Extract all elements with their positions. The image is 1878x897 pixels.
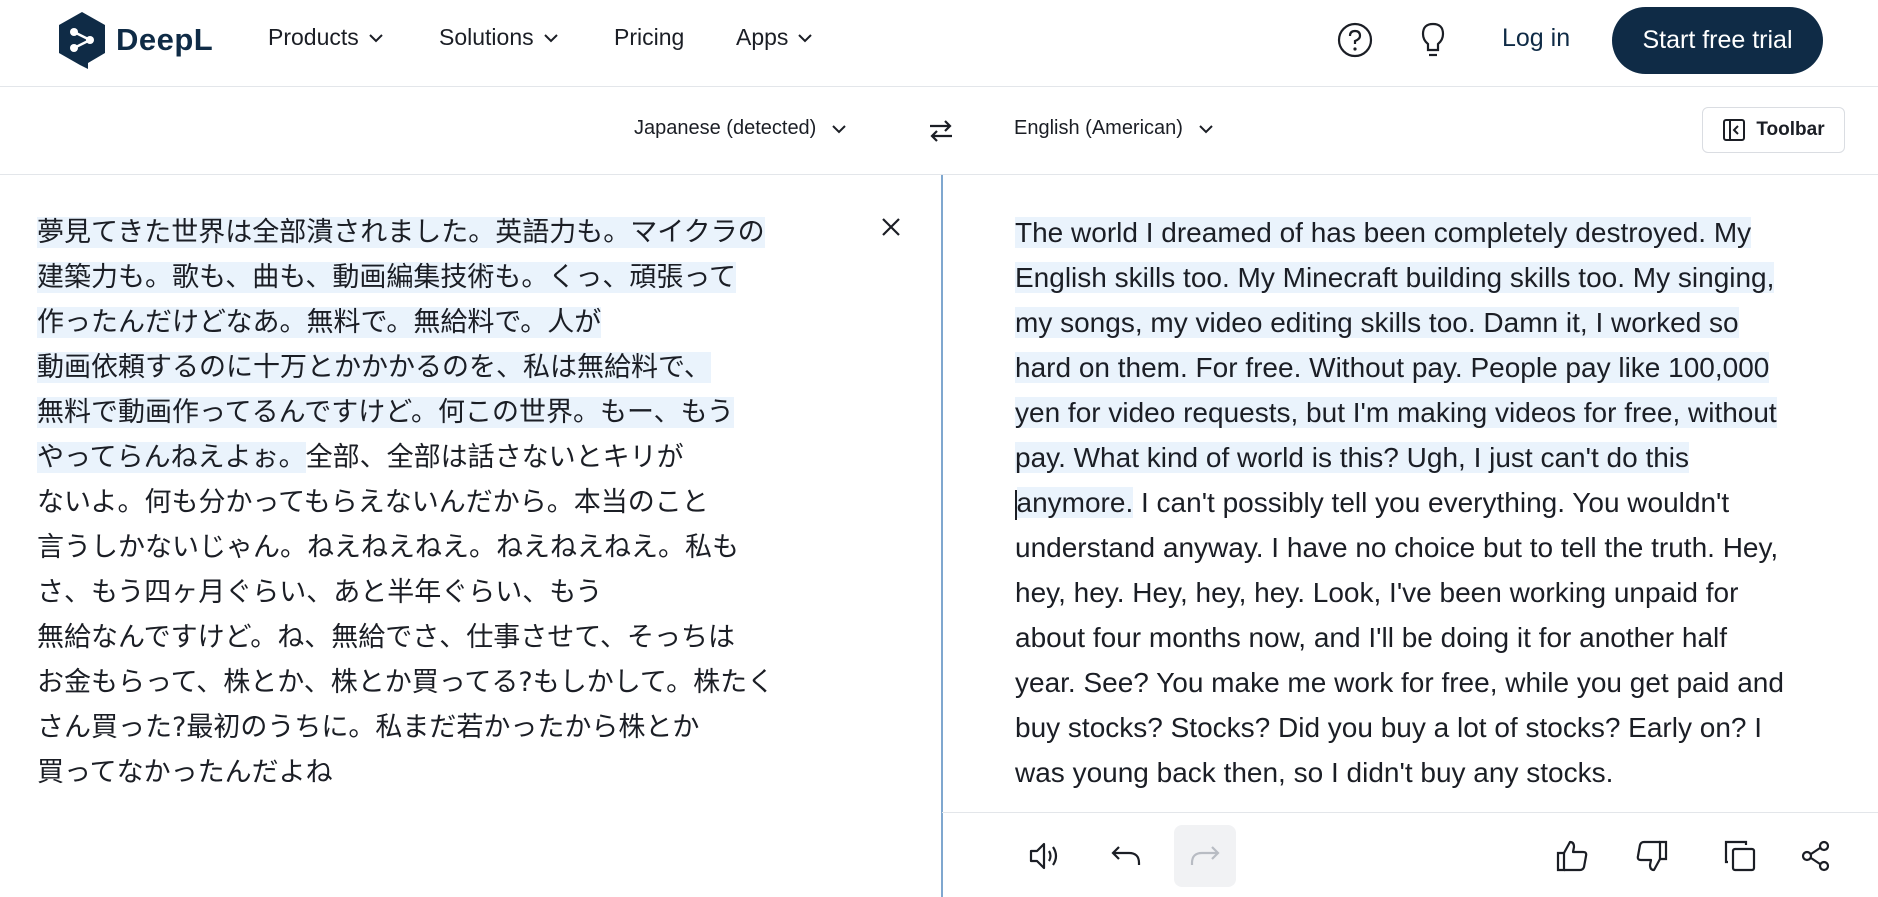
top-header: DeepL Products Solutions Pricing Apps Lo…: [0, 0, 1878, 87]
undo-button[interactable]: [1095, 825, 1157, 887]
nav-products-label: Products: [268, 24, 359, 50]
source-line-plain-part: 全部、全部は話さないとキリが: [305, 442, 684, 473]
share-button[interactable]: [1785, 825, 1847, 887]
target-line: was young back then, so I didn't buy any…: [1015, 757, 1614, 788]
dislike-button[interactable]: [1621, 825, 1683, 887]
chevron-down-icon: [798, 33, 813, 42]
target-line: my songs, my video editing skills too. D…: [1015, 307, 1739, 338]
deepl-logo-icon: [59, 12, 105, 69]
toolbar-label: Toolbar: [1756, 119, 1825, 140]
chevron-down-icon: [1199, 124, 1213, 133]
thumbs-up-icon: [1556, 840, 1588, 872]
target-language-label: English (American): [1014, 117, 1183, 139]
source-line: 動画依頼するのに十万とかかかるのを、私は無給料で、: [37, 352, 711, 383]
source-line: お金もらって、株とか、株とか買ってる?もしかして。株たく: [37, 667, 775, 698]
listen-button[interactable]: [1015, 825, 1077, 887]
target-line: English skills too. My Minecraft buildin…: [1015, 262, 1775, 293]
target-line: The world I dreamed of has been complete…: [1015, 217, 1752, 248]
nav-pricing-label: Pricing: [614, 24, 685, 50]
chevron-down-icon: [369, 33, 383, 42]
undo-icon: [1111, 846, 1141, 865]
target-line: yen for video requests, but I'm making v…: [1015, 397, 1777, 428]
logo-text: DeepL: [116, 22, 214, 57]
target-line-highlighted-part: anymore.: [1016, 487, 1134, 518]
clear-text-icon[interactable]: [878, 214, 904, 240]
source-language-select[interactable]: Japanese (detected): [634, 117, 848, 140]
redo-icon: [1190, 846, 1220, 865]
lightbulb-icon[interactable]: [1414, 20, 1452, 60]
nav-products[interactable]: Products: [268, 24, 385, 51]
help-icon[interactable]: [1336, 20, 1374, 60]
source-line: 建築力も。歌も、曲も、動画編集技術も。くっ、頑張って: [37, 262, 737, 293]
source-line: 夢見てきた世界は全部潰されました。英語力も。マイクラの: [37, 217, 765, 248]
target-line: understand anyway. I have no choice but …: [1015, 532, 1779, 563]
target-line: pay. What kind of world is this? Ugh, I …: [1015, 442, 1690, 473]
target-language-select[interactable]: English (American): [1014, 117, 1215, 140]
source-line: さん買った?最初のうちに。私まだ若かったから株とか: [37, 712, 700, 743]
speaker-icon: [1029, 842, 1058, 870]
copy-icon: [1724, 840, 1756, 872]
source-line: 無給なんですけど。ね、無給でさ、仕事させて、そっちは: [37, 622, 735, 653]
source-line: 買ってなかったんだよね: [37, 757, 333, 788]
share-icon: [1801, 840, 1830, 872]
translation-output[interactable]: The world I dreamed of has been complete…: [1015, 210, 1845, 795]
nav-apps[interactable]: Apps: [736, 24, 814, 51]
nav-solutions[interactable]: Solutions: [439, 24, 560, 51]
copy-button[interactable]: [1709, 825, 1771, 887]
login-link[interactable]: Log in: [1502, 24, 1570, 53]
target-line-plain-part: I can't possibly tell you everything. Yo…: [1133, 487, 1730, 518]
sidebar-collapse-icon: [1723, 119, 1746, 141]
target-line: hard on them. For free. Without pay. Peo…: [1015, 352, 1770, 383]
swap-languages-icon[interactable]: [926, 116, 956, 146]
language-bar: Japanese (detected) English (American) T…: [0, 87, 1878, 175]
start-free-trial-button[interactable]: Start free trial: [1612, 7, 1823, 74]
source-line-highlighted-part: やってらんねえよぉ。: [37, 442, 306, 473]
nav-pricing[interactable]: Pricing: [614, 24, 684, 51]
deepl-logo[interactable]: DeepL: [56, 10, 213, 70]
panel-divider: [941, 175, 943, 897]
nav-apps-label: Apps: [736, 24, 789, 50]
thumbs-down-icon: [1636, 840, 1668, 872]
toolbar-button[interactable]: Toolbar: [1702, 107, 1845, 153]
source-language-label: Japanese (detected): [634, 117, 817, 139]
source-text-area[interactable]: 夢見てきた世界は全部潰されました。英語力も。マイクラの 建築力も。歌も、曲も、動…: [37, 210, 857, 795]
target-line: hey, hey. Hey, hey, hey. Look, I've been…: [1015, 577, 1739, 608]
target-line: about four months now, and I'll be doing…: [1015, 622, 1728, 653]
redo-button[interactable]: [1174, 825, 1236, 887]
source-line: 無料で動画作ってるんですけど。何この世界。もー、もう: [37, 397, 734, 428]
source-line: 作ったんだけどなあ。無料で。無給料で。人が: [37, 307, 602, 338]
chevron-down-icon: [832, 124, 847, 133]
translation-actions-bar: [942, 812, 1878, 897]
nav-solutions-label: Solutions: [439, 24, 534, 50]
source-line: ないよ。何も分かってもらえないんだから。本当のこと: [37, 487, 709, 518]
target-line: year. See? You make me work for free, wh…: [1015, 667, 1784, 698]
source-line: 言うしかないじゃん。ねえねえねえ。ねえねえねえ。私も: [37, 532, 739, 563]
like-button[interactable]: [1541, 825, 1603, 887]
chevron-down-icon: [543, 33, 558, 42]
target-line: buy stocks? Stocks? Did you buy a lot of…: [1015, 712, 1763, 743]
source-line: さ、もう四ヶ月ぐらい、あと半年ぐらい、もう: [37, 577, 603, 608]
